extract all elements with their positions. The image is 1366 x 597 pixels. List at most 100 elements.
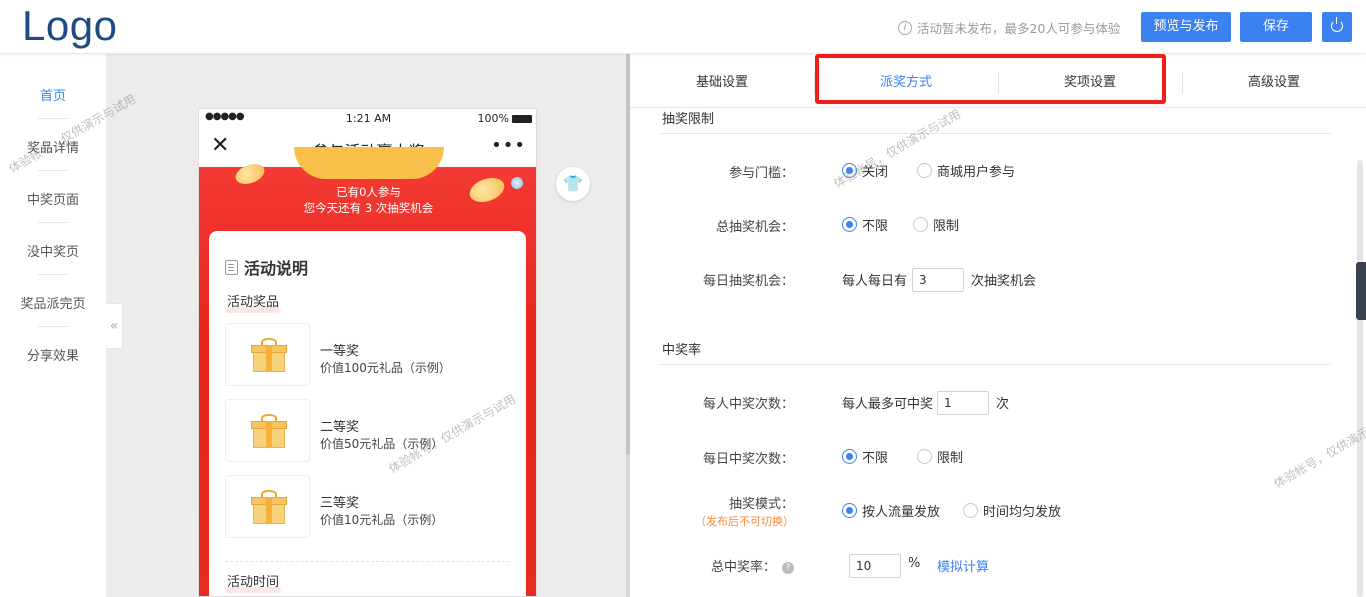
win-count-input[interactable]: 1: [937, 391, 989, 415]
remaining-chances: 您今天还有 3 次抽奖机会: [303, 201, 434, 215]
sidebar-item-win-page[interactable]: 中奖页面: [0, 189, 106, 208]
card-title: 活动说明: [225, 255, 308, 279]
radio-icon: [842, 503, 857, 518]
prize-item: 三等奖 价值10元礼品（示例）: [225, 475, 515, 538]
battery-icon: [512, 114, 532, 123]
prize-desc: 价值100元礼品（示例）: [320, 361, 451, 375]
mode-label: 抽奖模式：: [728, 497, 794, 512]
win-count-label: 每人中奖次数：: [702, 397, 794, 412]
prize-image: [225, 323, 310, 386]
gift-icon: [251, 338, 287, 372]
battery-percent: 100%: [477, 112, 509, 125]
radio-icon: [963, 503, 978, 518]
divider: [38, 222, 68, 223]
phone-status-bar: ●●●●● 1:21 AM 100%: [199, 109, 536, 129]
gift-icon: [251, 490, 287, 524]
threshold-option-off[interactable]: 关闭: [842, 161, 888, 180]
divider: [38, 326, 68, 327]
prize-item: 二等奖 价值50元礼品（示例）: [225, 399, 515, 462]
mode-option-time-even[interactable]: 时间均匀发放: [963, 501, 1061, 520]
daily-win-option-limited[interactable]: 限制: [917, 447, 963, 466]
preview-publish-button[interactable]: 预览与发布: [1141, 12, 1231, 42]
activity-banner: 已有0人参与 您今天还有 3 次抽奖机会 活动说明 活动奖品 一等奖 价值100…: [199, 147, 536, 596]
side-floating-widget[interactable]: [1356, 262, 1366, 320]
threshold-option-mall-users[interactable]: 商城用户参与: [917, 161, 1015, 180]
daily-chances-label: 每日抽奖机会：: [702, 274, 794, 289]
radio-label: 不限: [862, 219, 889, 234]
threshold-label: 参与门槛：: [728, 166, 794, 181]
shirt-icon: 👕: [563, 174, 583, 193]
document-icon: [225, 259, 238, 275]
theme-skin-button[interactable]: 👕: [556, 167, 590, 201]
win-count-suffix: 次: [996, 397, 1010, 412]
radio-label: 时间均匀发放: [983, 505, 1062, 520]
prize-image: [225, 399, 310, 462]
settings-form: 抽奖限制 参与门槛： 关闭 商城用户参与 总抽奖机会： 不限 限制 每日抽奖机会…: [630, 108, 1366, 597]
win-count-prefix: 每人最多可中奖: [842, 397, 934, 412]
mode-option-traffic[interactable]: 按人流量发放: [842, 501, 940, 520]
left-sidebar: 首页 奖品详情 中奖页面 没中奖页 奖品派完页 分享效果: [0, 54, 106, 597]
radio-label: 不限: [862, 451, 889, 466]
sidebar-item-lose-page[interactable]: 没中奖页: [0, 241, 106, 260]
decor-arc: [294, 147, 444, 179]
daily-chances-suffix: 次抽奖机会: [971, 274, 1037, 289]
more-icon[interactable]: •••: [491, 135, 526, 156]
prize-name: 三等奖: [320, 496, 360, 511]
daily-chances-prefix: 每人每日有: [842, 274, 908, 289]
radio-icon: [842, 217, 857, 232]
gift-icon: [251, 414, 287, 448]
radio-label: 关闭: [862, 165, 889, 180]
help-icon[interactable]: ?: [782, 562, 794, 574]
sidebar-item-prize-details[interactable]: 奖品详情: [0, 137, 106, 156]
tab-advanced-settings[interactable]: 高级设置: [1182, 56, 1366, 108]
section-title-win-rate: 中奖率: [662, 343, 702, 358]
save-button[interactable]: 保存: [1240, 12, 1312, 42]
info-icon: i: [898, 20, 912, 35]
total-chances-option-unlimited[interactable]: 不限: [842, 215, 888, 234]
tab-prize-distribution[interactable]: 派奖方式: [814, 56, 998, 108]
simulate-calc-link[interactable]: 模拟计算: [937, 556, 989, 575]
total-chances-option-limited[interactable]: 限制: [913, 215, 959, 234]
top-header: Logo i 活动暂未发布，最多20人可参与体验 预览与发布 保存: [0, 0, 1366, 54]
dashed-divider: [225, 561, 510, 562]
sidebar-item-sold-out-page[interactable]: 奖品派完页: [0, 293, 106, 312]
sidebar-item-home[interactable]: 首页: [0, 85, 106, 104]
collapse-sidebar-button[interactable]: «: [106, 303, 123, 349]
section-title-draw-limits: 抽奖限制: [662, 112, 715, 127]
activity-info-card: 活动说明 活动奖品 一等奖 价值100元礼品（示例） 二等奖 价值50元礼品（示…: [209, 231, 526, 596]
card-title-text: 活动说明: [244, 259, 309, 278]
mode-note: （发布后不可切换）: [695, 515, 794, 528]
divider: [38, 170, 68, 171]
radio-label: 按人流量发放: [862, 505, 941, 520]
prize-name: 一等奖: [320, 344, 360, 359]
power-icon: [1331, 17, 1343, 32]
radio-label: 限制: [937, 451, 964, 466]
radio-icon: [842, 163, 857, 178]
sidebar-item-share-effect[interactable]: 分享效果: [0, 345, 106, 364]
power-button[interactable]: [1322, 12, 1352, 42]
prize-image: [225, 475, 310, 538]
time-label: 活动时间: [224, 571, 282, 593]
section-divider: [660, 133, 1331, 134]
total-rate-input[interactable]: 10: [849, 554, 901, 578]
form-scrollbar[interactable]: [1357, 160, 1363, 597]
daily-win-option-unlimited[interactable]: 不限: [842, 447, 888, 466]
divider: [38, 274, 68, 275]
total-rate-label-text: 总中奖率：: [710, 560, 776, 575]
radio-label: 商城用户参与: [937, 165, 1016, 180]
tab-basic-settings[interactable]: 基础设置: [630, 56, 814, 108]
daily-chances-input[interactable]: 3: [912, 268, 964, 292]
prize-item: 一等奖 价值100元礼品（示例）: [225, 323, 515, 386]
tab-prize-settings[interactable]: 奖项设置: [998, 56, 1182, 108]
publish-notice: i 活动暂未发布，最多20人可参与体验: [898, 18, 1120, 37]
participant-count: 已有0人参与: [336, 185, 401, 199]
divider: [38, 118, 68, 119]
radio-icon: [842, 449, 857, 464]
total-rate-label: 总中奖率：?: [654, 556, 794, 575]
logo: Logo: [22, 2, 118, 49]
radio-icon: [917, 449, 932, 464]
phone-preview: ●●●●● 1:21 AM 100% ✕ 参与活动赢大奖 ••• 已有0人参与 …: [198, 108, 537, 597]
daily-win-label: 每日中奖次数：: [702, 452, 794, 467]
radio-icon: [917, 163, 932, 178]
prizes-label: 活动奖品: [224, 291, 282, 313]
